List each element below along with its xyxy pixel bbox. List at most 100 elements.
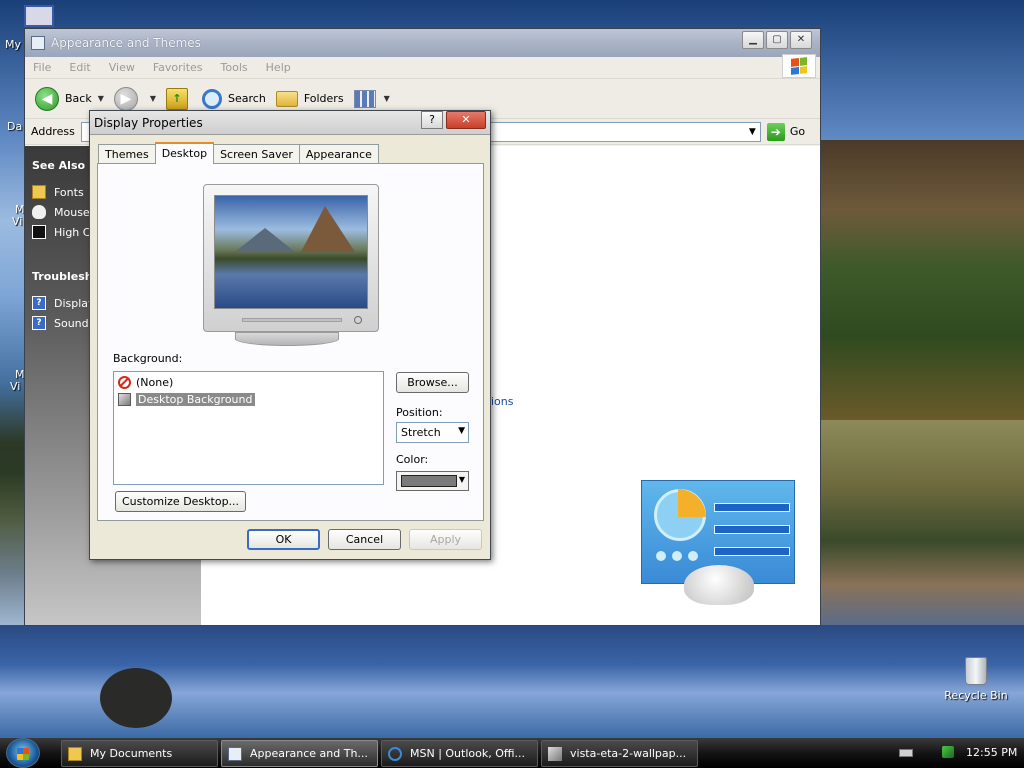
troubleshooter-display[interactable]: ? Display <box>32 296 95 310</box>
color-label: Color: <box>396 453 429 466</box>
chevron-down-icon[interactable]: ▼ <box>150 94 156 103</box>
see-also-label: High C <box>54 225 91 239</box>
folders-button[interactable]: Folders <box>275 90 344 107</box>
taskbar-button-label: My Documents <box>90 747 173 760</box>
see-also-high-contrast[interactable]: High C <box>32 225 90 239</box>
search-icon <box>202 88 223 109</box>
menu-view[interactable]: View <box>109 61 135 74</box>
window-title: Appearance and Themes <box>51 36 201 50</box>
task-link[interactable]: ions <box>491 395 514 408</box>
clock[interactable]: 12:55 PM <box>966 746 1017 759</box>
menu-tools[interactable]: Tools <box>221 61 248 74</box>
window-titlebar[interactable]: Appearance and Themes ▁ ▢ ✕ <box>25 29 820 57</box>
taskbar-button-msn[interactable]: MSN | Outlook, Offi... <box>381 740 538 767</box>
menu-edit[interactable]: Edit <box>69 61 90 74</box>
image-file-icon <box>118 392 131 406</box>
back-label: Back <box>65 92 92 105</box>
taskbar-button-my-documents[interactable]: My Documents <box>61 740 218 767</box>
chevron-down-icon[interactable]: ▼ <box>384 94 390 103</box>
list-item[interactable]: Desktop Background <box>118 391 255 407</box>
up-button[interactable]: ↑ <box>166 87 192 110</box>
tab-screen-saver[interactable]: Screen Saver <box>213 144 300 164</box>
none-icon <box>118 375 131 389</box>
monitor-slot <box>242 318 342 322</box>
control-panel-icon <box>31 36 45 50</box>
go-arrow-icon: ➔ <box>766 122 785 141</box>
wallpaper-rock <box>100 668 172 728</box>
folder-up-icon: ↑ <box>166 87 189 110</box>
wallpaper-preview <box>214 195 368 309</box>
mouse-icon <box>32 205 46 219</box>
position-label: Position: <box>396 406 443 419</box>
back-arrow-icon: ◀ <box>35 86 59 111</box>
position-value: Stretch <box>401 426 441 439</box>
customize-desktop-button[interactable]: Customize Desktop... <box>115 491 246 512</box>
menu-help[interactable]: Help <box>266 61 291 74</box>
tab-strip: Themes Desktop Screen Saver Appearance <box>98 142 379 164</box>
color-picker-button[interactable]: ▼ <box>396 471 469 491</box>
see-also-label: Mouse <box>54 205 90 219</box>
address-label: Address <box>31 125 75 138</box>
desktop-icon-label[interactable]: Vi <box>12 215 22 228</box>
go-button[interactable]: ➔ Go <box>766 122 806 141</box>
list-item-label: (None) <box>136 375 174 389</box>
cancel-button[interactable]: Cancel <box>328 529 401 550</box>
taskbar-button-appearance[interactable]: Appearance and Th... <box>221 740 378 767</box>
recycle-bin[interactable]: Recycle Bin <box>944 657 1008 702</box>
ok-button[interactable]: OK <box>247 529 320 550</box>
forward-button[interactable]: ▶ ▼ <box>113 86 156 111</box>
list-item[interactable]: (None) <box>118 374 173 390</box>
background-listbox[interactable]: (None) Desktop Background <box>113 371 384 485</box>
see-also-heading: See Also <box>32 159 86 172</box>
see-also-mouse[interactable]: Mouse <box>32 205 90 219</box>
menu-bar: File Edit View Favorites Tools Help <box>25 57 820 79</box>
go-label: Go <box>789 125 806 138</box>
dialog-close-button[interactable]: ✕ <box>446 111 486 129</box>
views-button[interactable]: ▼ <box>353 89 390 108</box>
apply-button[interactable]: Apply <box>409 529 482 550</box>
see-also-fonts[interactable]: Fonts <box>32 185 84 199</box>
browse-button[interactable]: Browse... <box>396 372 469 393</box>
menu-favorites[interactable]: Favorites <box>153 61 203 74</box>
minimize-button[interactable]: ▁ <box>742 31 764 49</box>
folder-icon <box>32 185 46 199</box>
tab-desktop[interactable]: Desktop <box>154 142 215 164</box>
recycle-bin-label: Recycle Bin <box>944 689 1008 702</box>
my-computer-icon[interactable] <box>24 5 54 27</box>
taskbar-button-label: Appearance and Th... <box>250 747 368 760</box>
taskbar-button-wallpaper[interactable]: vista-eta-2-wallpap... <box>541 740 698 767</box>
chevron-down-icon[interactable]: ▼ <box>749 127 756 137</box>
tab-appearance[interactable]: Appearance <box>298 144 379 164</box>
chevron-down-icon[interactable]: ▼ <box>98 94 104 103</box>
network-icon[interactable] <box>942 746 954 758</box>
wallpaper-mountain <box>800 140 1024 420</box>
close-button[interactable]: ✕ <box>790 31 812 49</box>
color-swatch <box>401 475 457 487</box>
dialog-titlebar[interactable]: Display Properties ? ✕ <box>90 111 490 135</box>
views-icon <box>353 89 376 108</box>
monitor-stand <box>235 332 339 346</box>
tab-themes[interactable]: Themes <box>98 144 156 164</box>
chevron-down-icon: ▼ <box>458 475 465 484</box>
search-label: Search <box>228 92 266 105</box>
folders-label: Folders <box>303 92 344 105</box>
menu-file[interactable]: File <box>33 61 51 74</box>
desktop-icon-label[interactable]: Da <box>7 120 22 133</box>
position-select[interactable]: Stretch ▼ <box>396 422 469 443</box>
desktop-icon-label[interactable]: Vi <box>10 380 20 393</box>
maximize-button[interactable]: ▢ <box>766 31 788 49</box>
help-icon: ? <box>32 296 46 310</box>
troubleshooter-sound[interactable]: ? Sound <box>32 316 89 330</box>
troubleshooter-label: Sound <box>54 316 89 330</box>
monitor-power-icon <box>354 316 362 324</box>
desktop-icon-label[interactable]: My <box>5 38 21 51</box>
control-panel-icon <box>228 746 242 761</box>
search-button[interactable]: Search <box>202 88 266 109</box>
start-button[interactable] <box>6 738 40 768</box>
back-button[interactable]: ◀ Back ▼ <box>35 86 104 111</box>
taskbar-button-label: MSN | Outlook, Offi... <box>410 747 526 760</box>
appearance-themes-icon <box>641 480 795 605</box>
keyboard-icon[interactable] <box>899 749 913 757</box>
folder-icon <box>275 90 298 107</box>
help-button[interactable]: ? <box>421 111 443 129</box>
